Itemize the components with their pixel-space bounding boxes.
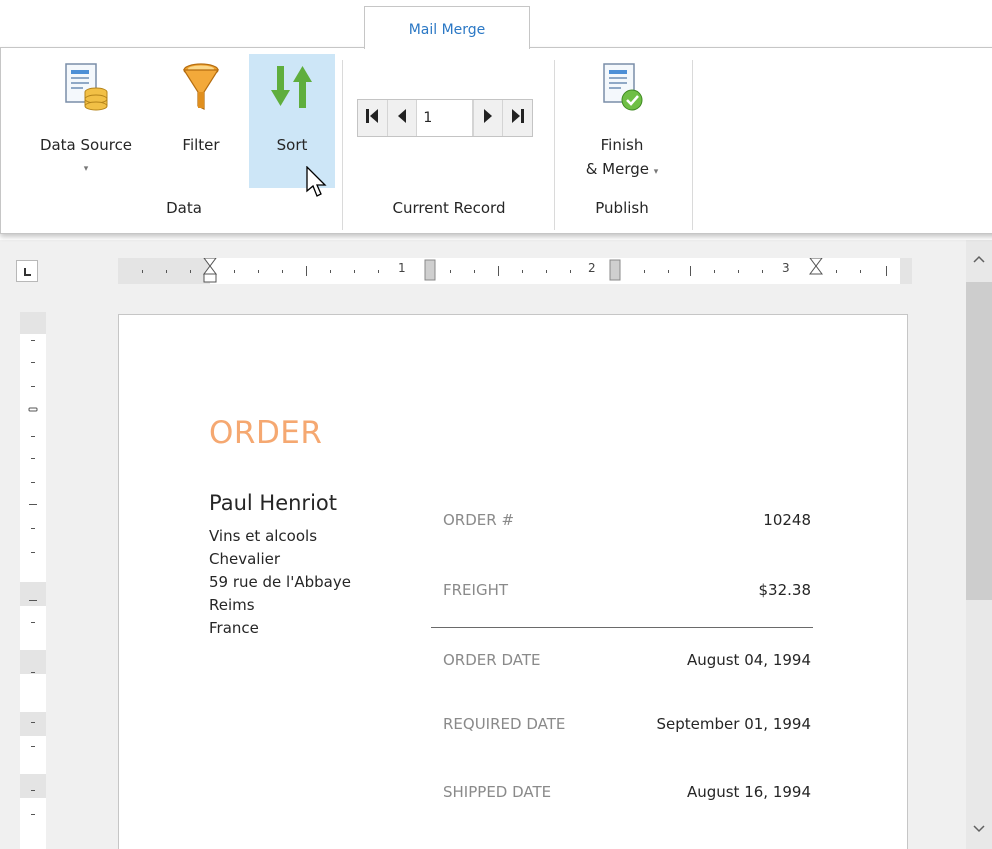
sort-icon <box>269 62 315 116</box>
chevron-down-icon: ▾ <box>653 167 659 177</box>
finish-merge-label-text: & Merge <box>585 160 649 178</box>
data-source-label: Data Source <box>39 136 133 154</box>
column-marker <box>424 259 436 281</box>
next-record-button[interactable] <box>472 100 503 136</box>
vertical-ruler-ticks <box>20 312 46 815</box>
filter-label: Filter <box>182 136 220 154</box>
field-value-required-date: September 01, 1994 <box>656 715 811 733</box>
tab-stop-selector[interactable] <box>16 260 38 282</box>
scroll-up-icon[interactable] <box>973 252 985 266</box>
address-line: Chevalier <box>209 550 281 568</box>
address-line: Reims <box>209 596 255 614</box>
ribbon-tab-strip: Mail Merge <box>0 0 992 49</box>
first-record-button[interactable] <box>358 100 388 136</box>
first-record-icon <box>365 108 379 128</box>
last-record-icon <box>511 108 525 128</box>
field-value-shipped-date: August 16, 1994 <box>686 783 811 801</box>
last-record-button[interactable] <box>502 100 532 136</box>
group-separator <box>554 60 555 230</box>
sort-label: Sort <box>276 136 308 154</box>
cursor-icon <box>306 165 328 204</box>
document-workspace: 1 2 3 ORDER Paul Henriot Vins et alcools… <box>0 240 992 849</box>
scrollbar-thumb[interactable] <box>966 282 992 600</box>
next-record-icon <box>482 108 494 128</box>
vertical-ruler[interactable] <box>20 312 46 849</box>
data-source-button[interactable]: Data Source ▾ <box>19 54 153 188</box>
prev-record-icon <box>396 108 408 128</box>
order-title: ORDER <box>209 415 323 451</box>
divider-line <box>431 627 813 628</box>
group-label-current-record: Current Record <box>392 199 506 217</box>
address-line: 59 rue de l'Abbaye <box>209 573 351 591</box>
field-label-freight: FREIGHT <box>443 581 509 599</box>
finish-merge-icon <box>598 62 646 116</box>
data-source-icon <box>62 62 110 116</box>
customer-address: Vins et alcools Chevalier 59 rue de l'Ab… <box>209 525 351 640</box>
field-label-required-date: REQUIRED DATE <box>443 715 566 733</box>
chevron-down-icon: ▾ <box>83 164 89 174</box>
group-separator <box>692 60 693 230</box>
field-value-order-date: August 04, 1994 <box>686 651 811 669</box>
finish-merge-button[interactable]: Finish & Merge ▾ <box>563 54 681 188</box>
ruler-mark-2: 2 <box>588 261 596 275</box>
field-value-order-number: 10248 <box>763 511 811 529</box>
group-label-publish: Publish <box>595 199 649 217</box>
address-line: France <box>209 619 259 637</box>
field-label-order-number: ORDER # <box>443 511 515 529</box>
field-label-shipped-date: SHIPPED DATE <box>443 783 552 801</box>
address-line: Vins et alcools <box>209 527 318 545</box>
tab-mail-merge[interactable]: Mail Merge <box>364 6 530 49</box>
ribbon: Data Source ▾ Filter Sort Data 1 Current… <box>0 47 992 234</box>
field-label-order-date: ORDER DATE <box>443 651 541 669</box>
customer-name: Paul Henriot <box>209 491 337 515</box>
ruler-mark-1: 1 <box>398 261 406 275</box>
column-marker <box>609 259 621 281</box>
finish-merge-label-line1: Finish <box>600 136 644 154</box>
vertical-scrollbar[interactable] <box>966 240 992 849</box>
scroll-down-icon[interactable] <box>973 822 985 836</box>
right-indent-marker <box>809 258 823 275</box>
prev-record-button[interactable] <box>388 100 418 136</box>
ruler-mark-3: 3 <box>782 261 790 275</box>
record-number-input[interactable]: 1 <box>417 100 473 136</box>
group-label-data: Data <box>166 199 202 217</box>
tab-stop-left-icon <box>22 262 32 281</box>
field-value-freight: $32.38 <box>758 581 812 599</box>
horizontal-ruler[interactable]: 1 2 3 <box>118 258 912 284</box>
filter-button[interactable]: Filter <box>161 54 241 188</box>
ruler-ticks <box>142 258 887 283</box>
document-page[interactable]: ORDER Paul Henriot Vins et alcools Cheva… <box>118 314 908 849</box>
indent-marker <box>203 258 217 283</box>
finish-merge-label-line2: & Merge ▾ <box>563 158 681 183</box>
group-separator <box>342 60 343 230</box>
filter-icon <box>181 62 221 116</box>
record-navigator: 1 <box>357 99 533 137</box>
